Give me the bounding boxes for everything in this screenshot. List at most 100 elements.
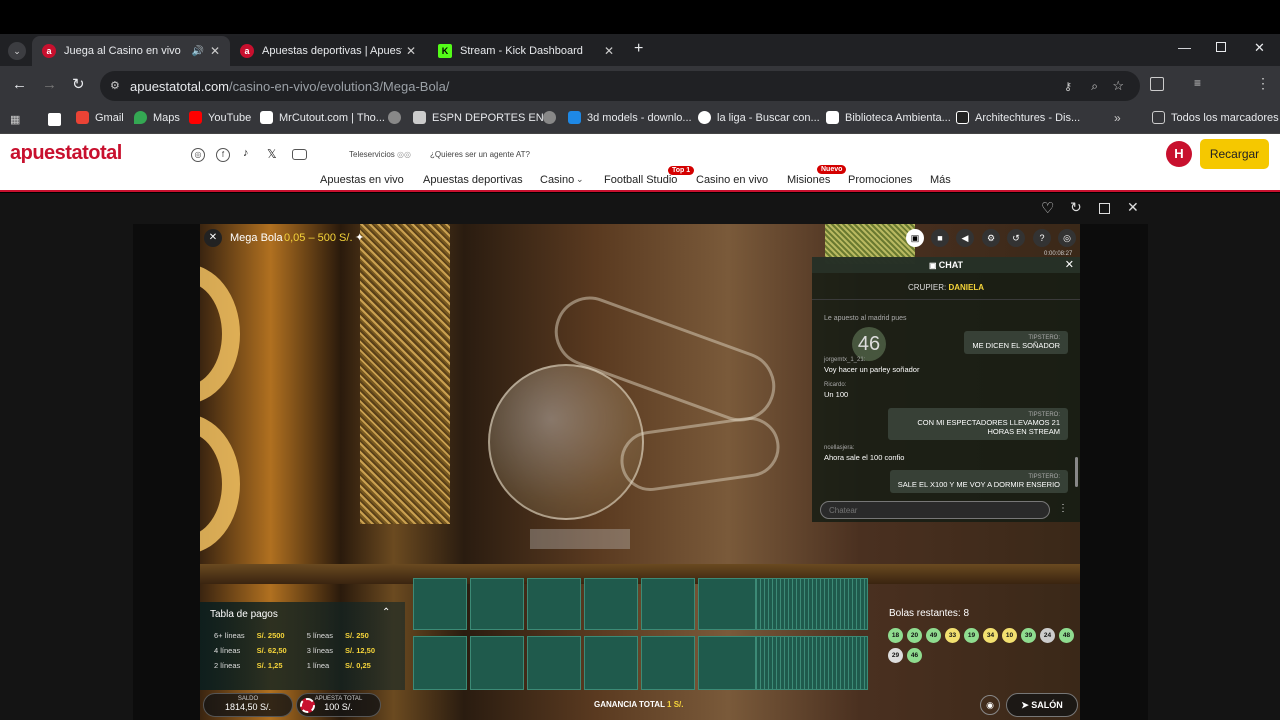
forward-icon[interactable]: → — [42, 76, 57, 93]
settings-icon[interactable]: ⚙ — [982, 229, 1000, 247]
chat-circle-icon: ◎◎ — [397, 150, 411, 159]
pin-icon[interactable]: ✦ — [355, 231, 364, 244]
close-game-button[interactable]: ✕ — [204, 229, 222, 247]
maximize-icon[interactable] — [1216, 42, 1226, 52]
video-icon[interactable]: ■ — [931, 229, 949, 247]
bingo-card[interactable] — [527, 636, 581, 690]
new-tab-icon[interactable]: + — [634, 40, 643, 58]
refresh-icon[interactable]: ↻ — [1070, 199, 1082, 216]
drawn-ball: 20 — [907, 628, 922, 643]
nav-apuestas-en-vivo[interactable]: Apuestas en vivo — [320, 174, 404, 186]
drawn-ball: 19 — [964, 628, 979, 643]
bookmark-espn[interactable]: ESPN DEPORTES EN... — [388, 111, 553, 124]
bingo-card[interactable] — [641, 578, 695, 630]
tab-casino[interactable]: a Juega al Casino en vivo On 🔊 ✕ — [32, 36, 230, 66]
tiktok-icon[interactable]: ♪ — [243, 147, 249, 159]
history-icon[interactable]: ↺ — [1007, 229, 1025, 247]
site-logo[interactable]: apuestatotal — [10, 142, 122, 165]
bookmark-biblioteca[interactable]: Biblioteca Ambienta... — [826, 111, 951, 124]
bingo-card[interactable] — [584, 578, 638, 630]
close-tab-icon[interactable]: ✕ — [604, 44, 614, 58]
drawn-ball: 18 — [888, 628, 903, 643]
tab-search-button[interactable]: ⌄ — [8, 42, 26, 60]
reload-icon[interactable]: ↻ — [72, 75, 85, 93]
address-bar[interactable]: ⚙ apuestatotal.com/casino-en-vivo/evolut… — [100, 71, 1140, 101]
chat-bubble-icon[interactable]: ◉ — [980, 695, 1000, 715]
chat-input[interactable] — [820, 501, 1050, 519]
kick-bookmark-icon[interactable] — [48, 113, 61, 126]
facebook-icon[interactable]: f — [216, 148, 230, 162]
bingo-card[interactable] — [413, 578, 467, 630]
chat-options-icon[interactable]: ⋮ — [1058, 503, 1068, 514]
nav-mas[interactable]: Más — [930, 174, 951, 186]
bingo-card[interactable] — [584, 636, 638, 690]
drawn-ball: 49 — [926, 628, 941, 643]
sound-icon[interactable]: ◀ — [956, 229, 974, 247]
bookmark-mrcutout[interactable]: MrCutout.com | Tho... — [260, 111, 385, 124]
bingo-card[interactable] — [470, 636, 524, 690]
arrow-right-icon: ➤ — [1021, 700, 1032, 710]
bingo-card[interactable] — [698, 636, 756, 690]
bookmark-gmail[interactable]: Gmail — [76, 111, 124, 124]
extensions-icon[interactable] — [1150, 77, 1164, 91]
bookmark-laliga[interactable]: la liga - Buscar con... — [698, 111, 820, 124]
menu-icon[interactable]: ⋮ — [1256, 75, 1270, 92]
3dmodels-icon — [568, 111, 581, 124]
bingo-card[interactable] — [527, 578, 581, 630]
password-key-icon[interactable]: ⚷ — [1064, 80, 1072, 93]
bookmark-youtube[interactable]: YouTube — [189, 111, 251, 124]
help-icon[interactable]: ? — [1033, 229, 1051, 247]
bingo-card[interactable] — [698, 578, 756, 630]
nav-football-studio[interactable]: Football Studio — [604, 174, 677, 186]
bookmark-architechtures[interactable]: Architechtures - Dis... — [956, 111, 1080, 124]
bookmark-3dmodels[interactable]: 3d models - downlo... — [543, 111, 692, 124]
nav-misiones[interactable]: Misiones — [787, 174, 830, 186]
bingo-card[interactable] — [470, 578, 524, 630]
bingo-card[interactable] — [413, 636, 467, 690]
bingo-card[interactable] — [756, 578, 868, 630]
close-chat-icon[interactable]: ✕ — [1065, 258, 1074, 271]
close-tab-icon[interactable]: ✕ — [406, 44, 416, 58]
tab-apuestas[interactable]: a Apuestas deportivas | Apuestas ✕ — [230, 36, 426, 66]
bookmark-maps[interactable]: Maps — [134, 111, 180, 124]
avatar[interactable]: H — [1166, 141, 1192, 167]
back-icon[interactable]: ← — [12, 76, 27, 93]
bingo-card[interactable] — [641, 636, 695, 690]
lobby-button[interactable]: ➤ SALÓN — [1006, 693, 1078, 717]
close-game-icon[interactable]: ✕ — [1127, 199, 1139, 216]
recharge-button[interactable]: Recargar — [1200, 139, 1269, 169]
tab-kick[interactable]: K Stream - Kick Dashboard ✕ — [428, 36, 624, 66]
collapse-chevron-icon[interactable]: ⌃ — [382, 607, 390, 618]
nav-casino-en-vivo[interactable]: Casino en vivo — [696, 174, 768, 186]
zoom-icon[interactable]: ⌕ — [1091, 79, 1098, 94]
all-bookmarks[interactable]: Todos los marcadores — [1152, 111, 1279, 124]
paytable: 6+ líneas S/. 2500 5 líneas S/. 250 4 línea… — [208, 628, 381, 673]
instagram-icon[interactable]: ◎ — [191, 148, 205, 162]
agent-link[interactable]: ¿Quieres ser un agente AT? — [430, 150, 530, 159]
x-twitter-icon[interactable]: 𝕏 — [267, 147, 277, 161]
site-info-icon[interactable]: ⚙ — [110, 79, 120, 92]
favorite-heart-icon[interactable]: ♡ — [1041, 199, 1054, 217]
lobby-icon[interactable]: ◎ — [1058, 229, 1076, 247]
total-bet-box[interactable]: APUESTA TOTAL 100 S/. — [296, 693, 381, 717]
browser-tab-bar: ⌄ a Juega al Casino en vivo On 🔊 ✕ a Apu… — [0, 34, 1280, 66]
chat-toggle-icon[interactable]: ▣ — [906, 229, 924, 247]
bingo-card[interactable] — [756, 636, 868, 690]
teleservicios-link[interactable]: Teleservicios ◎◎ — [349, 150, 411, 159]
nav-promociones[interactable]: Promociones — [848, 174, 912, 186]
fullscreen-icon[interactable] — [1099, 203, 1110, 214]
minimize-icon[interactable]: — — [1178, 40, 1191, 55]
chat-scrollbar[interactable] — [1075, 457, 1078, 487]
speaker-icon[interactable]: 🔊 — [192, 46, 204, 57]
close-window-icon[interactable]: ✕ — [1254, 40, 1265, 56]
youtube-social-icon[interactable] — [292, 149, 307, 160]
chat-message: TIPSTERO: SALE EL X100 Y ME VOY A DORMIR … — [889, 470, 1068, 493]
paytable-row: 2 líneas S/. 1,25 1 línea S/. 0,25 — [214, 661, 371, 670]
bookmark-star-icon[interactable]: ☆ — [1112, 78, 1124, 94]
apps-grid-icon[interactable]: ▦ — [10, 113, 20, 126]
nav-casino[interactable]: Casino — [540, 174, 574, 186]
nav-apuestas-deportivas[interactable]: Apuestas deportivas — [423, 174, 523, 186]
media-control-icon[interactable]: ≡ — [1194, 76, 1201, 90]
more-bookmarks-icon[interactable]: » — [1114, 111, 1121, 125]
close-tab-icon[interactable]: ✕ — [210, 44, 220, 58]
